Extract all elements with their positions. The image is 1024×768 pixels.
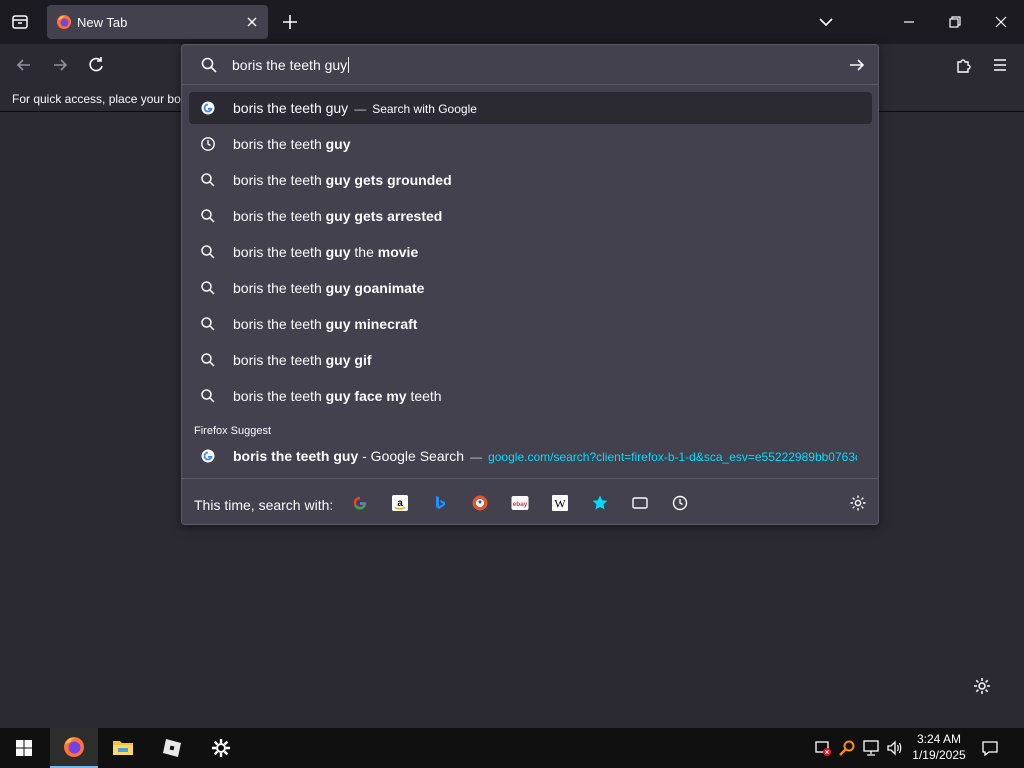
restore-icon[interactable]: [944, 11, 966, 33]
search-icon: [201, 353, 215, 367]
duckduckgo-icon: [472, 495, 488, 511]
search-icon: [201, 281, 215, 295]
bookmarks-empty-message: For quick access, place your boc: [12, 92, 187, 106]
one-off-label: This time, search with:: [194, 497, 334, 513]
search-settings-gear-icon[interactable]: [849, 494, 867, 512]
history-button[interactable]: [671, 494, 689, 512]
go-arrow-icon[interactable]: [848, 56, 866, 74]
ebay-engine-button[interactable]: ebay: [511, 494, 529, 512]
folder-icon: [113, 741, 133, 755]
suggestion-search[interactable]: boris the teeth guy gif: [189, 344, 872, 376]
tabs-button[interactable]: [631, 494, 649, 512]
network-icon[interactable]: [862, 739, 880, 757]
firefox-logo-icon: [57, 15, 71, 29]
bing-engine-button[interactable]: [431, 494, 449, 512]
firefox-suggest-heading: Firefox Suggest: [194, 425, 272, 437]
suggestion-text: boris the teeth guy - Google Search — goog…: [233, 448, 857, 464]
new-tab-icon[interactable]: [280, 12, 300, 32]
tab-title: New Tab: [77, 15, 128, 30]
suggestion-firefox-suggest[interactable]: boris the teeth guy - Google Search — goog…: [189, 440, 872, 472]
volume-icon[interactable]: [886, 739, 904, 757]
history-clock-icon: [672, 495, 688, 511]
windows-logo-icon: [16, 740, 32, 756]
bookmarks-button[interactable]: [591, 494, 609, 512]
security-alert-icon[interactable]: [814, 739, 832, 757]
ebay-icon: ebay: [511, 496, 529, 510]
minimize-icon[interactable]: [898, 11, 920, 33]
one-off-search-bar: This time, search with: a ebay W: [182, 478, 878, 525]
history-clock-icon: [201, 137, 215, 151]
suggestion-text: boris the teeth guy gets arrested: [233, 208, 443, 224]
urlbar-input[interactable]: boris the teeth guy: [232, 57, 350, 73]
suggestion-text: boris the teeth guy goanimate: [233, 280, 425, 296]
urlbar-input-row: boris the teeth guy: [182, 45, 878, 85]
search-icon: [201, 389, 215, 403]
google-icon: [201, 449, 215, 463]
taskbar-firefox[interactable]: [50, 728, 98, 768]
google-engine-button[interactable]: [351, 494, 369, 512]
suggestion-text: boris the teeth guy: [233, 136, 351, 152]
tab-icon: [632, 497, 648, 509]
search-icon: [201, 245, 215, 259]
duckduckgo-engine-button[interactable]: [471, 494, 489, 512]
svg-text:a: a: [397, 498, 403, 509]
text-caret: [348, 57, 350, 73]
windows-taskbar: 3:24 AM 1/19/2025: [0, 728, 1024, 768]
google-icon: [201, 101, 215, 115]
search-key-icon[interactable]: [838, 739, 856, 757]
firefox-view-icon: [12, 15, 28, 29]
close-tab-icon[interactable]: [244, 14, 260, 30]
google-icon: [353, 496, 367, 510]
gear-icon[interactable]: [972, 676, 992, 696]
suggestion-search[interactable]: boris the teeth guy face my teeth: [189, 380, 872, 412]
star-icon: [592, 495, 608, 510]
svg-text:W: W: [554, 497, 566, 511]
amazon-icon: a: [392, 495, 408, 511]
suggestion-search-with-google[interactable]: boris the teeth guy — Search with Google: [189, 92, 872, 124]
suggestion-text: boris the teeth guy face my teeth: [233, 388, 442, 404]
search-icon: [201, 57, 217, 73]
search-icon: [201, 209, 215, 223]
gear-icon: [212, 739, 230, 757]
suggestion-text: boris the teeth guy gets grounded: [233, 172, 452, 188]
taskbar-settings[interactable]: [197, 728, 245, 768]
chevron-down-icon[interactable]: [816, 12, 836, 32]
start-button[interactable]: [0, 728, 48, 768]
suggestion-text: boris the teeth guy the movie: [233, 244, 419, 260]
firefox-logo-icon: [64, 737, 84, 757]
suggestion-search[interactable]: boris the teeth guy minecraft: [189, 308, 872, 340]
search-icon: [201, 173, 215, 187]
suggestion-search[interactable]: boris the teeth guy gets grounded: [189, 164, 872, 196]
forward-arrow-icon[interactable]: [50, 55, 70, 75]
extensions-puzzle-icon[interactable]: [954, 55, 974, 75]
suggestion-text: boris the teeth guy — Search with Google: [233, 100, 477, 116]
system-clock[interactable]: 3:24 AM 1/19/2025: [906, 731, 972, 763]
suggestion-text: boris the teeth guy minecraft: [233, 316, 418, 332]
taskbar-file-explorer[interactable]: [99, 728, 147, 768]
clock-date: 1/19/2025: [912, 748, 966, 762]
amazon-engine-button[interactable]: a: [391, 494, 409, 512]
wikipedia-engine-button[interactable]: W: [551, 494, 569, 512]
tab-new-tab[interactable]: New Tab: [47, 5, 268, 39]
taskbar-roblox[interactable]: [148, 728, 196, 768]
suggestion-search[interactable]: boris the teeth guy gets arrested: [189, 200, 872, 232]
action-center-icon[interactable]: [980, 738, 1000, 758]
firefox-view-button[interactable]: [6, 8, 34, 36]
search-icon: [201, 317, 215, 331]
reload-icon[interactable]: [86, 55, 106, 75]
close-window-icon[interactable]: [990, 11, 1012, 33]
suggestion-search[interactable]: boris the teeth guy goanimate: [189, 272, 872, 304]
tab-strip: New Tab: [0, 0, 1024, 44]
clock-time: 3:24 AM: [916, 732, 962, 746]
svg-text:ebay: ebay: [513, 501, 528, 508]
suggestion-search[interactable]: boris the teeth guy the movie: [189, 236, 872, 268]
urlbar-popup: boris the teeth guy boris the teeth guy —…: [181, 44, 879, 525]
bing-icon: [436, 496, 445, 509]
suggestion-text: boris the teeth guy gif: [233, 352, 372, 368]
roblox-icon: [163, 739, 181, 757]
hamburger-menu-icon[interactable]: [990, 55, 1010, 75]
back-arrow-icon[interactable]: [14, 55, 34, 75]
wikipedia-icon: W: [552, 495, 568, 511]
suggestion-history[interactable]: boris the teeth guy: [189, 128, 872, 160]
